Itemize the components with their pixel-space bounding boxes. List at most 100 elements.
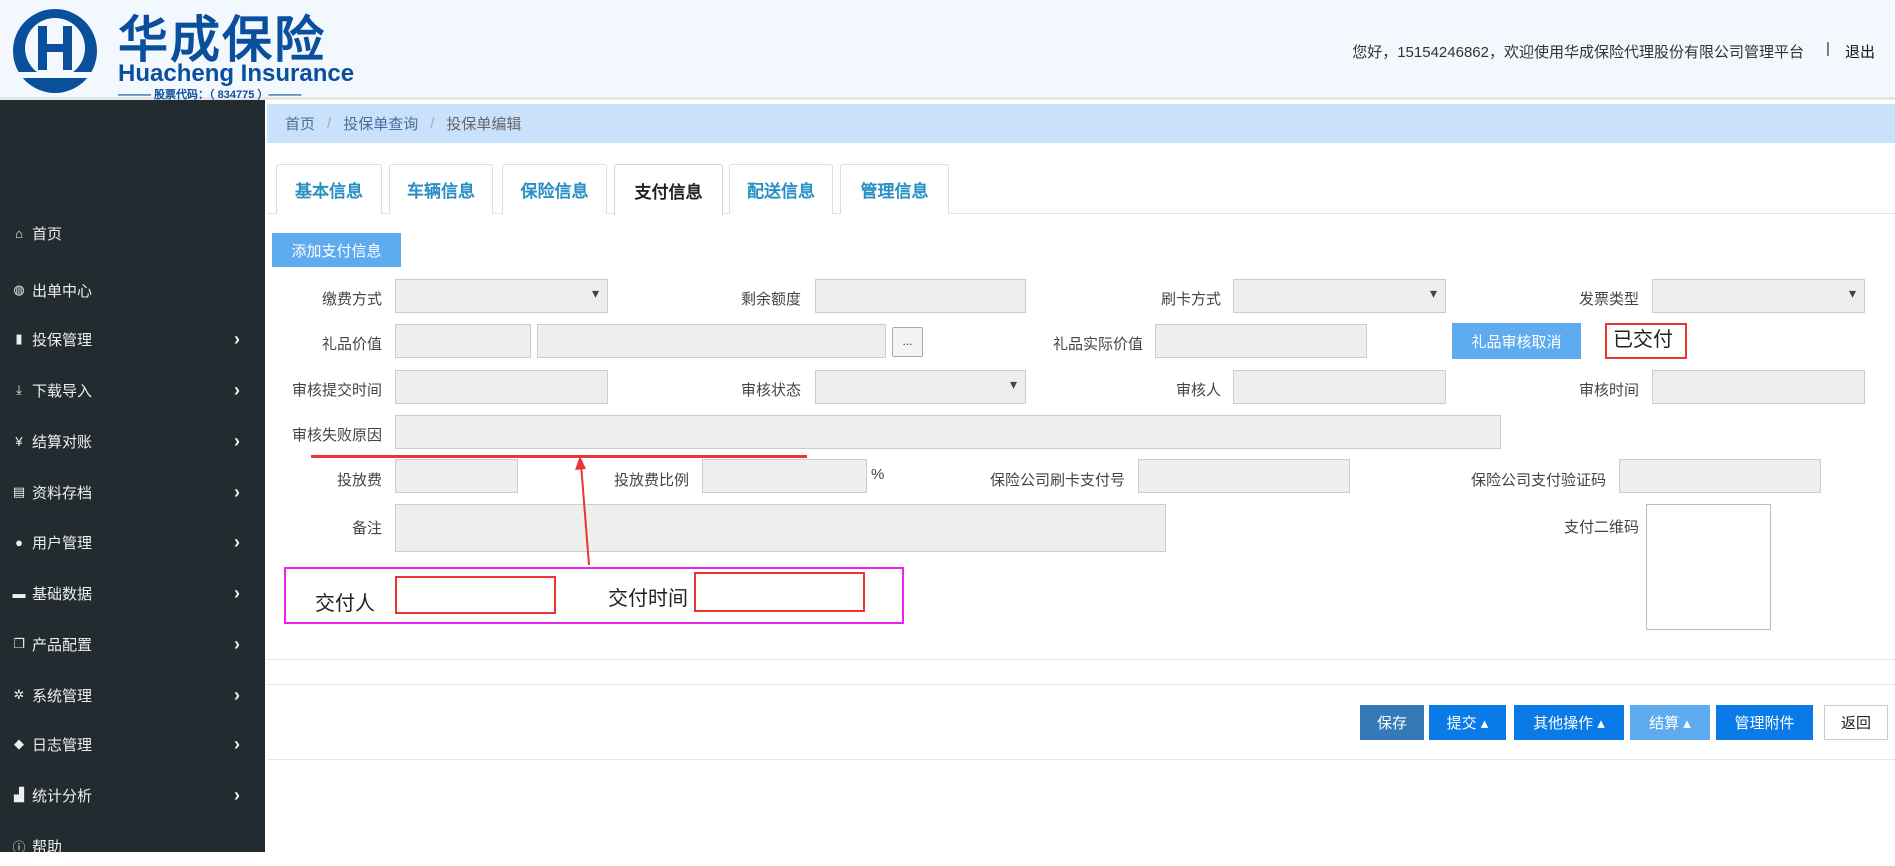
sidebar-item-9[interactable]: ✲ 系统管理 › (0, 675, 265, 715)
remaining-input[interactable] (815, 279, 1026, 313)
qr-label: 支付二维码 (1563, 519, 1639, 536)
gift-picker-button[interactable]: ... (892, 327, 923, 357)
tags-icon: ◆ (14, 736, 24, 751)
audit-time-input[interactable] (1652, 370, 1865, 404)
sidebar-item-11[interactable]: ▟ 统计分析 › (0, 775, 265, 815)
settle-button[interactable]: 结算 ▴ (1630, 705, 1710, 740)
save-button[interactable]: 保存 (1360, 705, 1424, 740)
paid-status-badge: 已交付 (1605, 323, 1687, 359)
sidebar-item-3[interactable]: ⤓ 下载导入 › (0, 370, 265, 410)
add-payment-button[interactable]: 添加支付信息 (272, 233, 401, 267)
fee-ratio-label: 投放费比例 (613, 472, 689, 489)
tab-management-info[interactable]: 管理信息 (840, 164, 949, 214)
fail-reason-input[interactable] (395, 415, 1501, 449)
payer-input[interactable] (395, 576, 556, 614)
invoice-type-label: 发票类型 (1578, 291, 1639, 308)
verify-code-input[interactable] (1619, 459, 1821, 493)
sidebar-item-10[interactable]: ◆ 日志管理 › (0, 724, 265, 764)
tab-insurance-info[interactable]: 保险信息 (502, 164, 607, 214)
sidebar-item-label: 基础数据 (32, 585, 93, 603)
submit-time-input[interactable] (395, 370, 608, 404)
sidebar-item-1[interactable]: ◍ 出单中心 (0, 270, 265, 310)
submit-button[interactable]: 提交 ▴ (1429, 705, 1506, 740)
audit-status-label: 审核状态 (740, 382, 801, 399)
divider (267, 659, 1895, 660)
chevron-right-icon: › (234, 379, 240, 400)
remark-label: 备注 (351, 520, 382, 537)
info-icon: ⓘ (12, 839, 26, 855)
sidebar-item-5[interactable]: ▤ 资料存档 › (0, 472, 265, 512)
pay-method-select[interactable] (395, 279, 608, 313)
copy-icon: ❐ (13, 636, 25, 651)
audit-status-select[interactable] (815, 370, 1026, 404)
sidebar: ⌂ 首页 ◍ 出单中心 ▮ 投保管理 › ⤓ 下载导入 › ¥ 结算对账 › ▤ 资料存档 › ● 用户管理 › ▬ 基… (0, 100, 265, 856)
sidebar-item-label: 投保管理 (32, 331, 93, 349)
archive-icon: ▤ (12, 484, 26, 499)
fee-ratio-input[interactable] (702, 459, 867, 493)
gift-audit-cancel-button[interactable]: 礼品审核取消 (1452, 323, 1581, 359)
tab-payment-info[interactable]: 支付信息 (614, 164, 723, 215)
audit-time-label: 审核时间 (1578, 382, 1639, 399)
annotation-arrow-icon (575, 456, 590, 566)
divider (267, 759, 1895, 760)
sidebar-item-4[interactable]: ¥ 结算对账 › (0, 421, 265, 461)
manage-attachments-button[interactable]: 管理附件 (1716, 705, 1813, 740)
breadcrumb-separator: / (430, 115, 435, 132)
remark-textarea[interactable] (395, 504, 1166, 552)
chevron-right-icon: › (234, 481, 240, 502)
sidebar-item-8[interactable]: ❐ 产品配置 › (0, 624, 265, 664)
file-icon: ▮ (15, 331, 23, 346)
invoice-type-select[interactable] (1652, 279, 1865, 313)
drive-icon: ▬ (12, 585, 26, 601)
gift-value-input[interactable] (395, 324, 531, 358)
divider (267, 684, 1895, 685)
breadcrumb: 首页 / 投保单查询 / 投保单编辑 (267, 104, 1895, 143)
fee-input[interactable] (395, 459, 518, 493)
card-method-label: 刷卡方式 (1160, 291, 1221, 308)
sidebar-item-label: 结算对账 (32, 433, 93, 451)
yen-icon: ¥ (15, 433, 23, 449)
sidebar-item-label: 帮助 (32, 838, 63, 856)
percent-sign: % (871, 466, 885, 483)
sidebar-item-label: 统计分析 (32, 787, 93, 805)
pay-time-label: 交付时间 (608, 586, 688, 610)
sidebar-item-label: 下载导入 (32, 382, 93, 400)
sidebar-item-label: 系统管理 (32, 687, 93, 705)
huacheng-logo-icon (13, 9, 97, 93)
sidebar-item-2[interactable]: ▮ 投保管理 › (0, 319, 265, 359)
sidebar-item-12[interactable]: ⓘ 帮助 (0, 826, 265, 866)
card-method-select[interactable] (1233, 279, 1446, 313)
tab-delivery-info[interactable]: 配送信息 (729, 164, 833, 214)
pay-time-input[interactable] (694, 572, 865, 612)
gift-actual-input[interactable] (1155, 324, 1367, 358)
back-button[interactable]: 返回 (1824, 705, 1888, 740)
gift-value-label: 礼品价值 (321, 336, 382, 353)
card-pay-no-input[interactable] (1138, 459, 1350, 493)
tab-vehicle-info[interactable]: 车辆信息 (389, 164, 493, 214)
sidebar-item-0[interactable]: ⌂ 首页 (0, 213, 265, 253)
breadcrumb-home[interactable]: 首页 (285, 113, 315, 134)
sidebar-item-7[interactable]: ▬ 基础数据 › (0, 573, 265, 613)
breadcrumb-query[interactable]: 投保单查询 (343, 113, 418, 134)
sidebar-item-label: 首页 (32, 225, 63, 243)
header-separator: | (1826, 40, 1830, 57)
chevron-right-icon: › (234, 733, 240, 754)
chevron-right-icon: › (234, 633, 240, 654)
annotation-underline (311, 455, 807, 458)
chevron-right-icon: › (234, 582, 240, 603)
sidebar-item-label: 出单中心 (32, 282, 93, 300)
auditor-input[interactable] (1233, 370, 1446, 404)
tab-basic-info[interactable]: 基本信息 (276, 164, 382, 214)
globe-icon: ◍ (13, 282, 25, 297)
sidebar-item-6[interactable]: ● 用户管理 › (0, 522, 265, 562)
auditor-label: 审核人 (1175, 382, 1221, 399)
chevron-right-icon: › (234, 684, 240, 705)
breadcrumb-separator: / (327, 115, 332, 132)
other-actions-button[interactable]: 其他操作 ▴ (1514, 705, 1624, 740)
sidebar-item-label: 日志管理 (32, 736, 93, 754)
bar-chart-icon: ▟ (14, 787, 24, 802)
gift-name-input[interactable] (537, 324, 886, 358)
payer-label: 交付人 (315, 591, 375, 615)
sidebar-item-label: 资料存档 (32, 484, 93, 502)
logout-link[interactable]: 退出 (1845, 41, 1875, 62)
